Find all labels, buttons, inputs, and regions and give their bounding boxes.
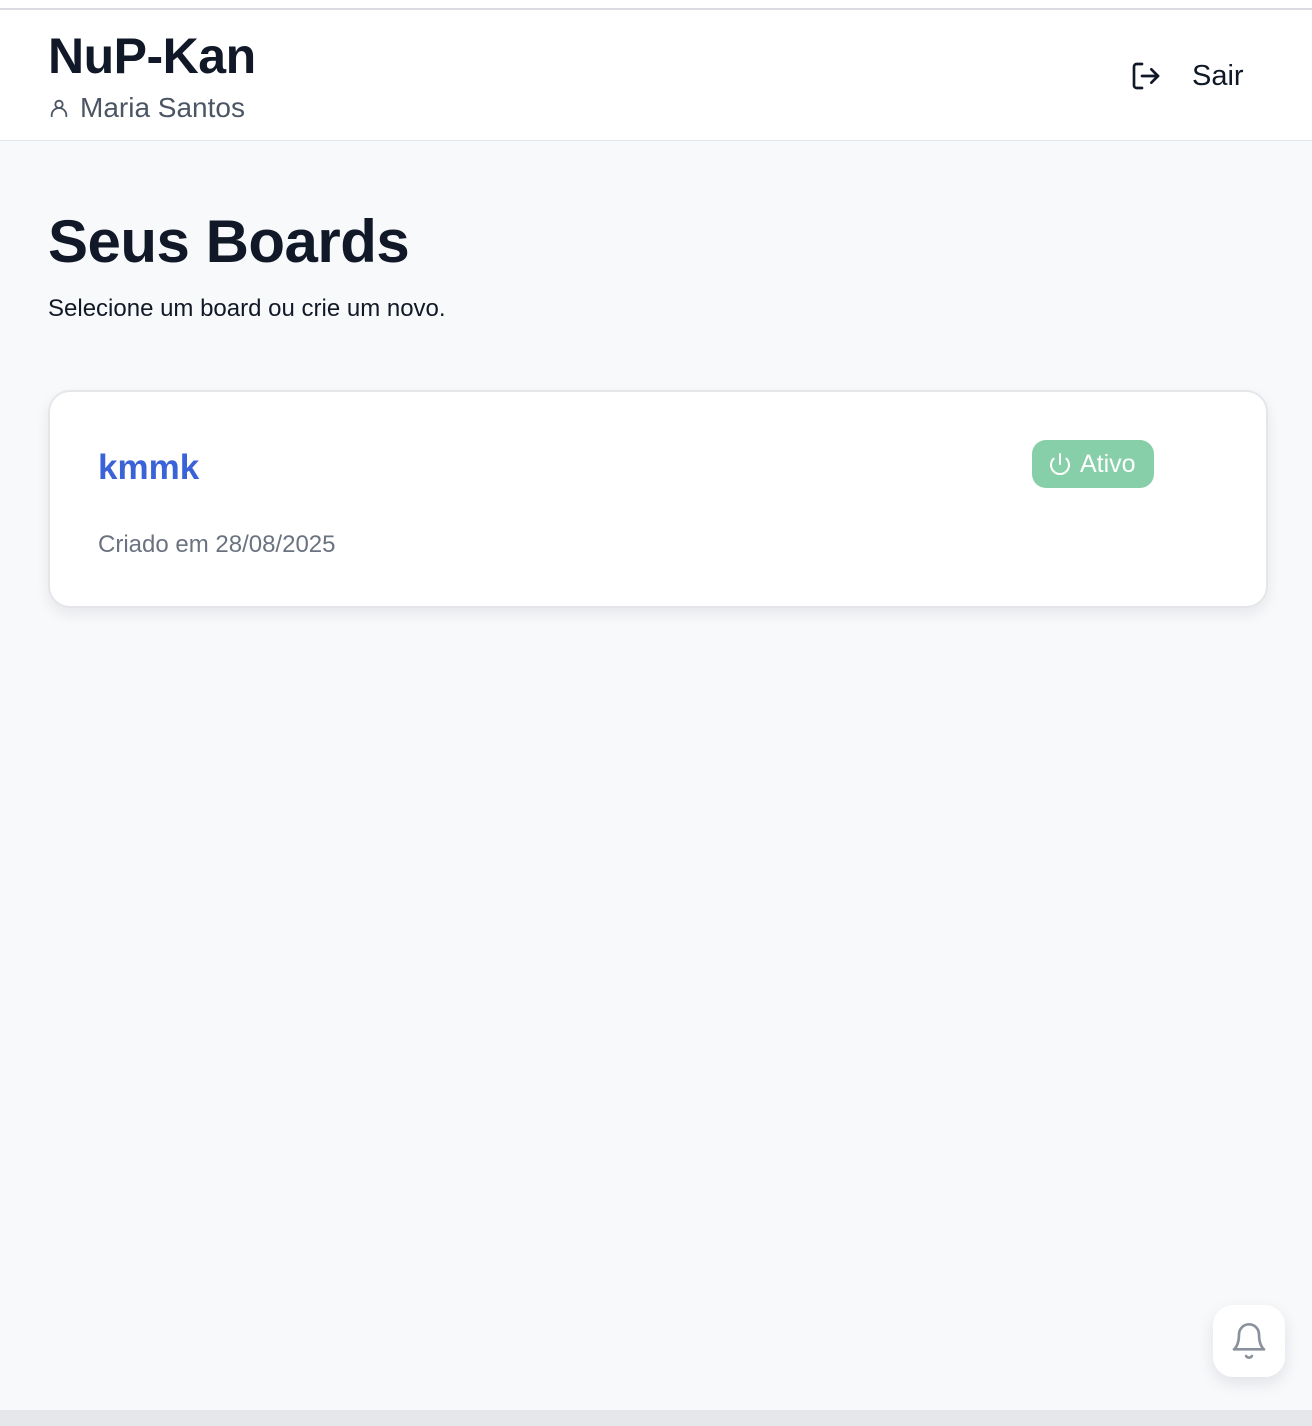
logout-button[interactable]: Sair [1118, 56, 1256, 96]
app-header: NuP-Kan Maria Santos Sair [0, 10, 1312, 141]
status-label: Ativo [1080, 450, 1136, 478]
user-icon [48, 97, 70, 119]
notifications-button[interactable] [1213, 1305, 1285, 1377]
power-icon [1048, 452, 1072, 476]
board-created-date: Criado em 28/08/2025 [98, 531, 336, 558]
logout-label: Sair [1192, 60, 1244, 92]
bell-icon [1229, 1321, 1269, 1361]
page-subtitle: Selecione um board ou crie um novo. [48, 295, 446, 322]
board-card[interactable]: kmmk Ativo Criado em 28/08/2025 [48, 390, 1268, 608]
window-bottom-border [0, 1410, 1312, 1426]
user-name: Maria Santos [80, 92, 245, 123]
window-top-border [0, 0, 1312, 10]
app-title: NuP-Kan [48, 28, 256, 84]
board-name-link[interactable]: kmmk [98, 448, 199, 488]
page-title: Seus Boards [48, 208, 410, 275]
status-badge: Ativo [1032, 440, 1154, 488]
current-user: Maria Santos [48, 92, 245, 124]
logout-icon [1130, 60, 1162, 92]
